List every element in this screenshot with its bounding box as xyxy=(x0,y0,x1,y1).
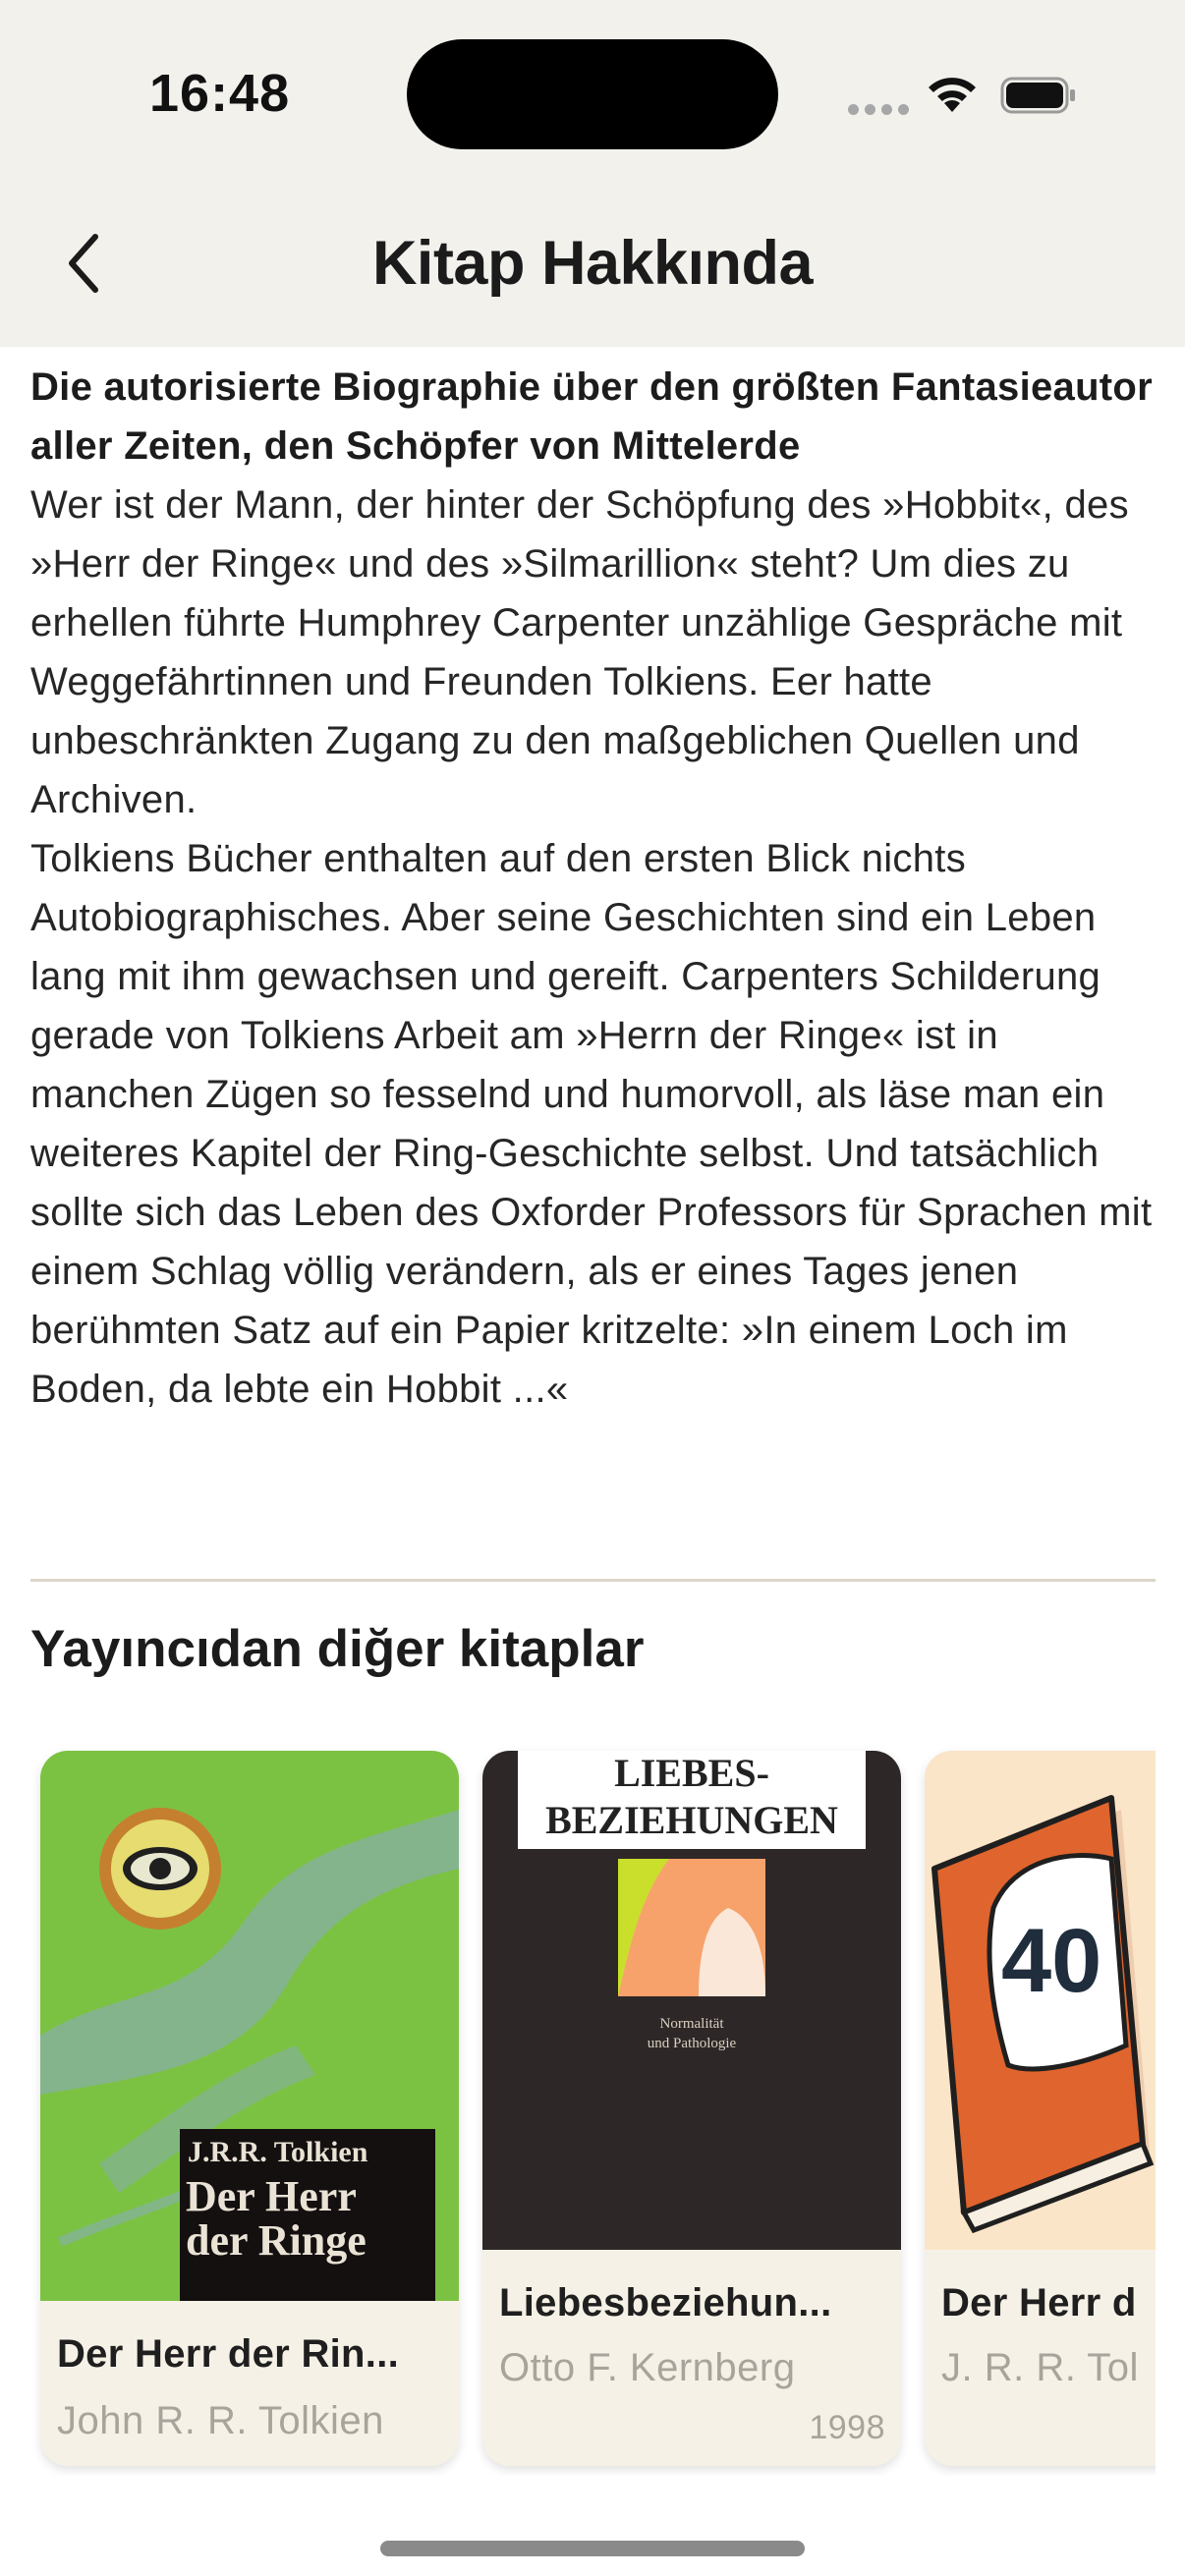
book-cover: 40 xyxy=(925,1751,1156,2250)
book-cover: LIEBES- BEZIEHUNGEN Normalität und Patho… xyxy=(482,1751,901,2250)
book-author: John R. R. Tolkien xyxy=(57,2399,384,2442)
book-card[interactable]: J.R.R. Tolkien Der Herr der Ringe Der He… xyxy=(40,1751,459,2466)
page-title: Kitap Hakkında xyxy=(371,229,814,298)
cover-number: 40 xyxy=(1001,1911,1101,2011)
book-card[interactable]: LIEBES- BEZIEHUNGEN Normalität und Patho… xyxy=(482,1751,901,2466)
book-cover: J.R.R. Tolkien Der Herr der Ringe xyxy=(40,1751,459,2301)
book-year: 1998 xyxy=(809,2409,885,2446)
section-title-other-books: Yayıncıdan diğer kitaplar xyxy=(30,1620,645,1678)
book-cover-image: LIEBES- BEZIEHUNGEN Normalität und Patho… xyxy=(482,1751,901,2250)
cover-subtitle-line-1: Normalität xyxy=(660,2016,725,2032)
book-cover-image: 40 xyxy=(925,1751,1156,2250)
book-description: Die autorisierte Biographie über den grö… xyxy=(30,358,1170,1419)
cover-author: J.R.R. Tolkien xyxy=(188,2136,368,2168)
description-headline: Die autorisierte Biographie über den grö… xyxy=(30,365,1154,468)
books-carousel[interactable]: J.R.R. Tolkien Der Herr der Ringe Der He… xyxy=(30,1739,1156,2476)
cover-title-line-1: LIEBES- xyxy=(614,1751,769,1795)
cover-subtitle-line-2: und Pathologie xyxy=(648,2036,737,2051)
book-card[interactable]: 40 Der Herr d J. R. R. Tol xyxy=(925,1751,1156,2466)
description-paragraph-1: Wer ist der Mann, der hinter der Schöpfu… xyxy=(30,483,1129,821)
divider xyxy=(30,1579,1156,1582)
book-author: J. R. R. Tol xyxy=(941,2346,1139,2389)
book-author: Otto F. Kernberg xyxy=(499,2346,796,2389)
cellular-signal-icon xyxy=(848,104,909,116)
cover-title-line-1: Der Herr xyxy=(186,2172,357,2220)
cover-title-line-2: BEZIEHUNGEN xyxy=(545,1798,838,1842)
navigation-bar: 16:48 Kitap Hakkında xyxy=(0,0,1185,347)
book-cover-image: J.R.R. Tolkien Der Herr der Ringe xyxy=(40,1751,459,2301)
status-time: 16:48 xyxy=(149,64,291,123)
book-title: Der Herr d xyxy=(941,2281,1137,2324)
book-title: Der Herr der Rin... xyxy=(57,2332,400,2376)
description-paragraph-2: Tolkiens Bücher enthalten auf den ersten… xyxy=(30,837,1153,1411)
wifi-icon xyxy=(929,78,976,112)
dynamic-island xyxy=(407,39,778,149)
battery-icon xyxy=(1000,77,1075,114)
book-title: Liebesbeziehun... xyxy=(499,2281,832,2324)
cover-title-line-2: der Ringe xyxy=(186,2216,367,2265)
home-indicator[interactable] xyxy=(380,2541,805,2556)
